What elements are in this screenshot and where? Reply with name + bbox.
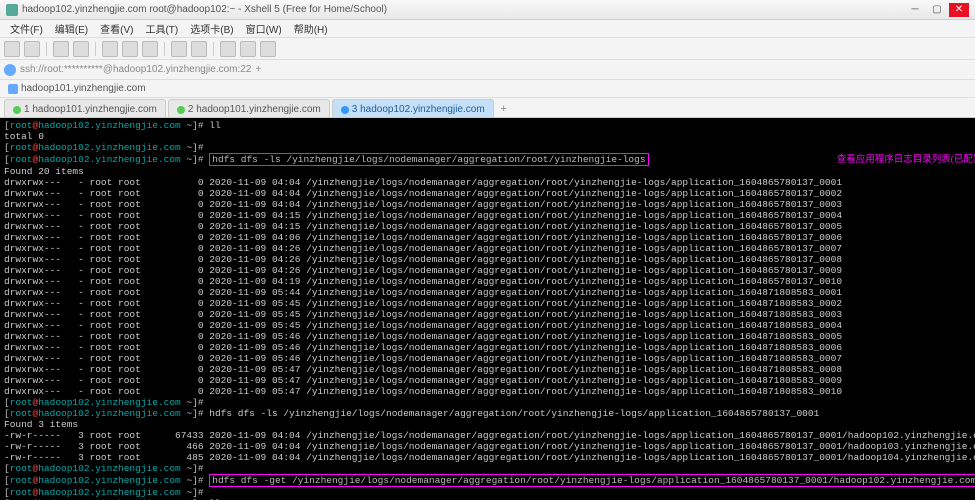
address-bar: ssh://root:**********@hadoop102.yinzheng…	[0, 60, 975, 80]
bookmark-label: hadoop101.yinzhengjie.com	[21, 83, 146, 94]
tab-label: 3 hadoop102.yinzhengjie.com	[352, 104, 485, 115]
minimize-button[interactable]: ─	[905, 3, 925, 17]
address-add-icon[interactable]: +	[255, 64, 261, 75]
tab-2[interactable]: 2 hadoop101.yinzhengjie.com	[168, 99, 330, 117]
tab-label: 1 hadoop101.yinzhengjie.com	[24, 104, 157, 115]
window-titlebar: hadoop102.yinzhengjie.com root@hadoop102…	[0, 0, 975, 20]
toolbar-color-icon[interactable]	[191, 41, 207, 57]
toolbar-cascade-icon[interactable]	[240, 41, 256, 57]
tab-3[interactable]: 3 hadoop102.yinzhengjie.com	[332, 99, 494, 117]
globe-icon	[4, 64, 16, 76]
tab-label: 2 hadoop101.yinzhengjie.com	[188, 104, 321, 115]
menu-window[interactable]: 窗口(W)	[240, 19, 288, 38]
window-title: hadoop102.yinzhengjie.com root@hadoop102…	[22, 4, 903, 15]
toolbar-open-icon[interactable]	[24, 41, 40, 57]
address-text[interactable]: ssh://root:**********@hadoop102.yinzheng…	[20, 64, 251, 75]
menu-tools[interactable]: 工具(T)	[139, 19, 184, 38]
toolbar-fullscreen-icon[interactable]	[260, 41, 276, 57]
toolbar-paste-icon[interactable]	[122, 41, 138, 57]
tab-1[interactable]: 1 hadoop101.yinzhengjie.com	[4, 99, 166, 117]
maximize-button[interactable]: ▢	[927, 3, 947, 17]
status-dot-icon	[341, 106, 349, 114]
menu-file[interactable]: 文件(F)	[4, 19, 49, 38]
toolbar	[0, 38, 975, 60]
menu-help[interactable]: 帮助(H)	[288, 19, 334, 38]
toolbar-tile-icon[interactable]	[220, 41, 236, 57]
menu-edit[interactable]: 编辑(E)	[49, 19, 94, 38]
app-icon	[6, 4, 18, 16]
toolbar-new-icon[interactable]	[4, 41, 20, 57]
session-tabs: 1 hadoop101.yinzhengjie.com 2 hadoop101.…	[0, 98, 975, 118]
bookmark-bar: hadoop101.yinzhengjie.com	[0, 80, 975, 98]
toolbar-reconnect-icon[interactable]	[53, 41, 69, 57]
toolbar-props-icon[interactable]	[171, 41, 187, 57]
status-dot-icon	[177, 106, 185, 114]
toolbar-find-icon[interactable]	[142, 41, 158, 57]
terminal[interactable]: [root@hadoop102.yinzhengjie.com ~]# ll t…	[0, 118, 975, 500]
bookmark-link[interactable]: hadoop101.yinzhengjie.com	[4, 83, 150, 94]
status-dot-icon	[13, 106, 21, 114]
menu-bar: 文件(F) 编辑(E) 查看(V) 工具(T) 选项卡(B) 窗口(W) 帮助(…	[0, 20, 975, 38]
link-icon	[8, 84, 18, 94]
menu-tab[interactable]: 选项卡(B)	[184, 19, 239, 38]
menu-view[interactable]: 查看(V)	[94, 19, 139, 38]
toolbar-copy-icon[interactable]	[102, 41, 118, 57]
toolbar-disconnect-icon[interactable]	[73, 41, 89, 57]
close-button[interactable]: ✕	[949, 3, 969, 17]
new-tab-button[interactable]: +	[496, 101, 512, 117]
